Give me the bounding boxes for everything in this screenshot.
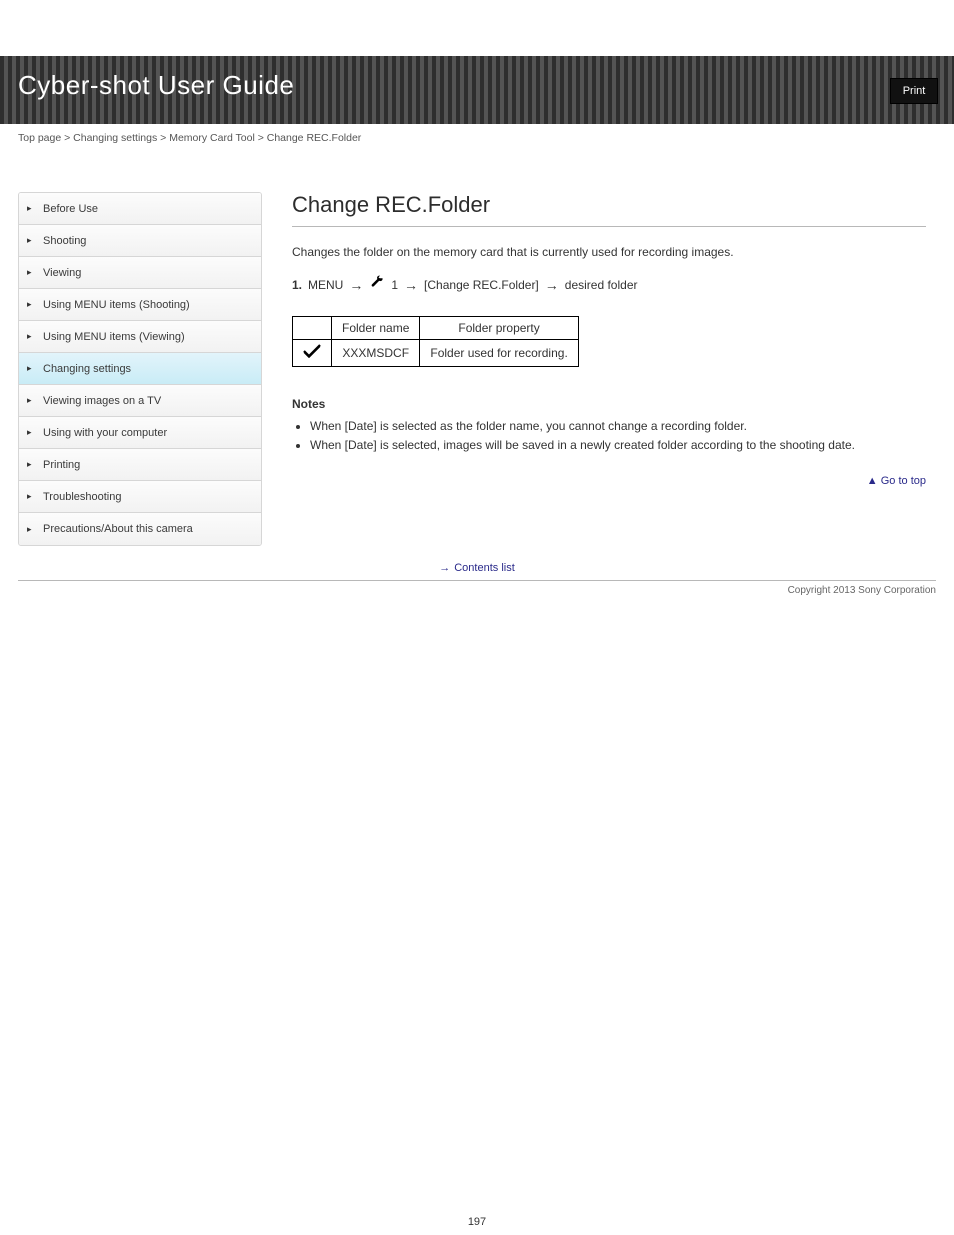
chevron-right-icon: ▸	[27, 459, 37, 470]
content-area: Change REC.Folder Changes the folder on …	[292, 192, 936, 546]
sidebar-item-shooting[interactable]: ▸Shooting	[19, 225, 261, 257]
triangle-up-icon: ▲	[867, 475, 878, 487]
divider	[292, 226, 926, 227]
chevron-right-icon: ▸	[27, 427, 37, 438]
chevron-right-icon: ▸	[27, 267, 37, 278]
copyright-text: Copyright 2013 Sony Corporation	[0, 581, 954, 596]
app-title: Cyber-shot User Guide	[18, 70, 294, 101]
arrow-right-icon: →	[349, 277, 363, 293]
sidebar-item-menu-shooting[interactable]: ▸Using MENU items (Shooting)	[19, 289, 261, 321]
folder-name-cell: XXXMSDCF	[332, 340, 420, 367]
sidebar-item-computer[interactable]: ▸Using with your computer	[19, 417, 261, 449]
check-icon	[303, 345, 321, 362]
notes-list: When [Date] is selected as the folder na…	[292, 417, 926, 455]
chevron-right-icon: ▸	[27, 491, 37, 502]
arrow-right-icon: →	[545, 277, 559, 293]
chevron-right-icon: ▸	[27, 235, 37, 246]
chevron-right-icon: ▸	[27, 299, 37, 310]
note-item: When [Date] is selected as the folder na…	[310, 417, 926, 436]
menu-path: 1. MENU → 1 → [Change REC.Folder] → desi…	[292, 275, 926, 294]
header-band: Cyber-shot User Guide Print	[0, 56, 954, 124]
folder-property-cell: Folder used for recording.	[420, 340, 578, 367]
page-title: Change REC.Folder	[292, 192, 926, 218]
sidebar-item-tv[interactable]: ▸Viewing images on a TV	[19, 385, 261, 417]
chevron-right-icon: ▸	[27, 203, 37, 214]
chevron-right-icon: ▸	[27, 331, 37, 342]
chevron-right-icon: ▸	[27, 395, 37, 406]
go-top-link[interactable]: ▲ Go to top	[292, 475, 926, 487]
sidebar-item-menu-viewing[interactable]: ▸Using MENU items (Viewing)	[19, 321, 261, 353]
folder-table: Folder name Folder property XXXMSDCF Fol…	[292, 316, 579, 367]
sidebar-item-precautions[interactable]: ▸Precautions/About this camera	[19, 513, 261, 545]
table-header-name: Folder name	[332, 317, 420, 340]
print-label: Print	[903, 85, 926, 97]
notes-heading: Notes	[292, 395, 926, 413]
note-item: When [Date] is selected, images will be …	[310, 436, 926, 455]
sidebar-item-changing-settings[interactable]: ▸Changing settings	[19, 353, 261, 385]
arrow-right-icon: →	[439, 562, 450, 574]
chevron-right-icon: ▸	[27, 363, 37, 374]
table-header-property: Folder property	[420, 317, 578, 340]
sidebar-item-before-use[interactable]: ▸Before Use	[19, 193, 261, 225]
wrench-icon	[369, 275, 385, 294]
table-row: XXXMSDCF Folder used for recording.	[293, 340, 579, 367]
arrow-right-icon: →	[404, 277, 418, 293]
sidebar-item-troubleshooting[interactable]: ▸Troubleshooting	[19, 481, 261, 513]
sidebar-item-printing[interactable]: ▸Printing	[19, 449, 261, 481]
contents-list-link[interactable]: →Contents list	[0, 562, 954, 580]
sidebar-item-viewing[interactable]: ▸Viewing	[19, 257, 261, 289]
sidebar: ▸Before Use ▸Shooting ▸Viewing ▸Using ME…	[18, 192, 262, 546]
description-text: Changes the folder on the memory card th…	[292, 243, 926, 261]
breadcrumb: Top page > Changing settings > Memory Ca…	[0, 124, 954, 144]
chevron-right-icon: ▸	[27, 524, 37, 535]
table-header-icon	[293, 317, 332, 340]
page-number: 197	[0, 1216, 954, 1228]
print-button[interactable]: Print	[890, 78, 938, 104]
